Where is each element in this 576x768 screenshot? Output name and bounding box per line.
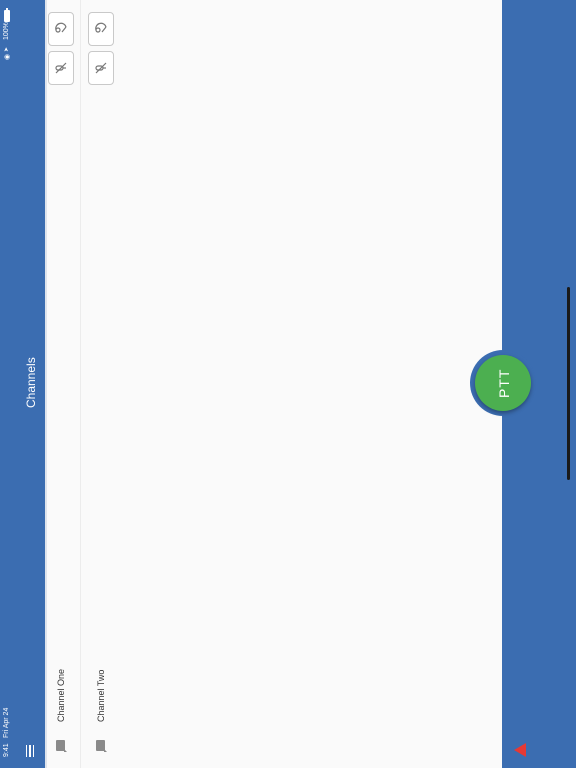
- wifi-icon: ◉: [4, 53, 11, 60]
- channel-one-headset-button[interactable]: [48, 12, 74, 46]
- page-title: Channels: [24, 357, 38, 408]
- mic-muted-icon: [95, 62, 107, 74]
- divider: [45, 0, 47, 768]
- status-date: Fri Apr 24: [3, 707, 10, 738]
- channel-one-label[interactable]: Channel One: [56, 669, 66, 722]
- warning-icon[interactable]: [513, 742, 527, 758]
- ptt-label: PTT: [496, 368, 512, 398]
- location-icon: ➤: [4, 46, 10, 52]
- status-time: 9:41: [3, 743, 10, 757]
- battery-percent: 100%: [3, 22, 10, 40]
- menu-icon[interactable]: [26, 745, 34, 757]
- channel-two-mic-button[interactable]: [88, 51, 114, 85]
- channel-list: [45, 0, 502, 768]
- channel-one-mic-button[interactable]: [48, 51, 74, 85]
- channel-two-headset-button[interactable]: [88, 12, 114, 46]
- channel-icon: [56, 740, 67, 752]
- battery-icon: [4, 8, 10, 22]
- header-bar: 100% ➤ ◉ Fri Apr 24 9:41 Channels: [0, 0, 45, 768]
- home-indicator: [567, 287, 570, 480]
- channel-two-label[interactable]: Channel Two: [96, 670, 106, 722]
- divider: [80, 0, 81, 768]
- headset-icon: [95, 22, 107, 33]
- app-screen: 100% ➤ ◉ Fri Apr 24 9:41 Channels Channe…: [0, 0, 576, 768]
- headset-icon: [55, 22, 67, 33]
- channel-icon: [96, 740, 107, 752]
- mic-muted-icon: [55, 62, 67, 74]
- status-bar: 100% ➤ ◉ Fri Apr 24 9:41: [0, 0, 16, 768]
